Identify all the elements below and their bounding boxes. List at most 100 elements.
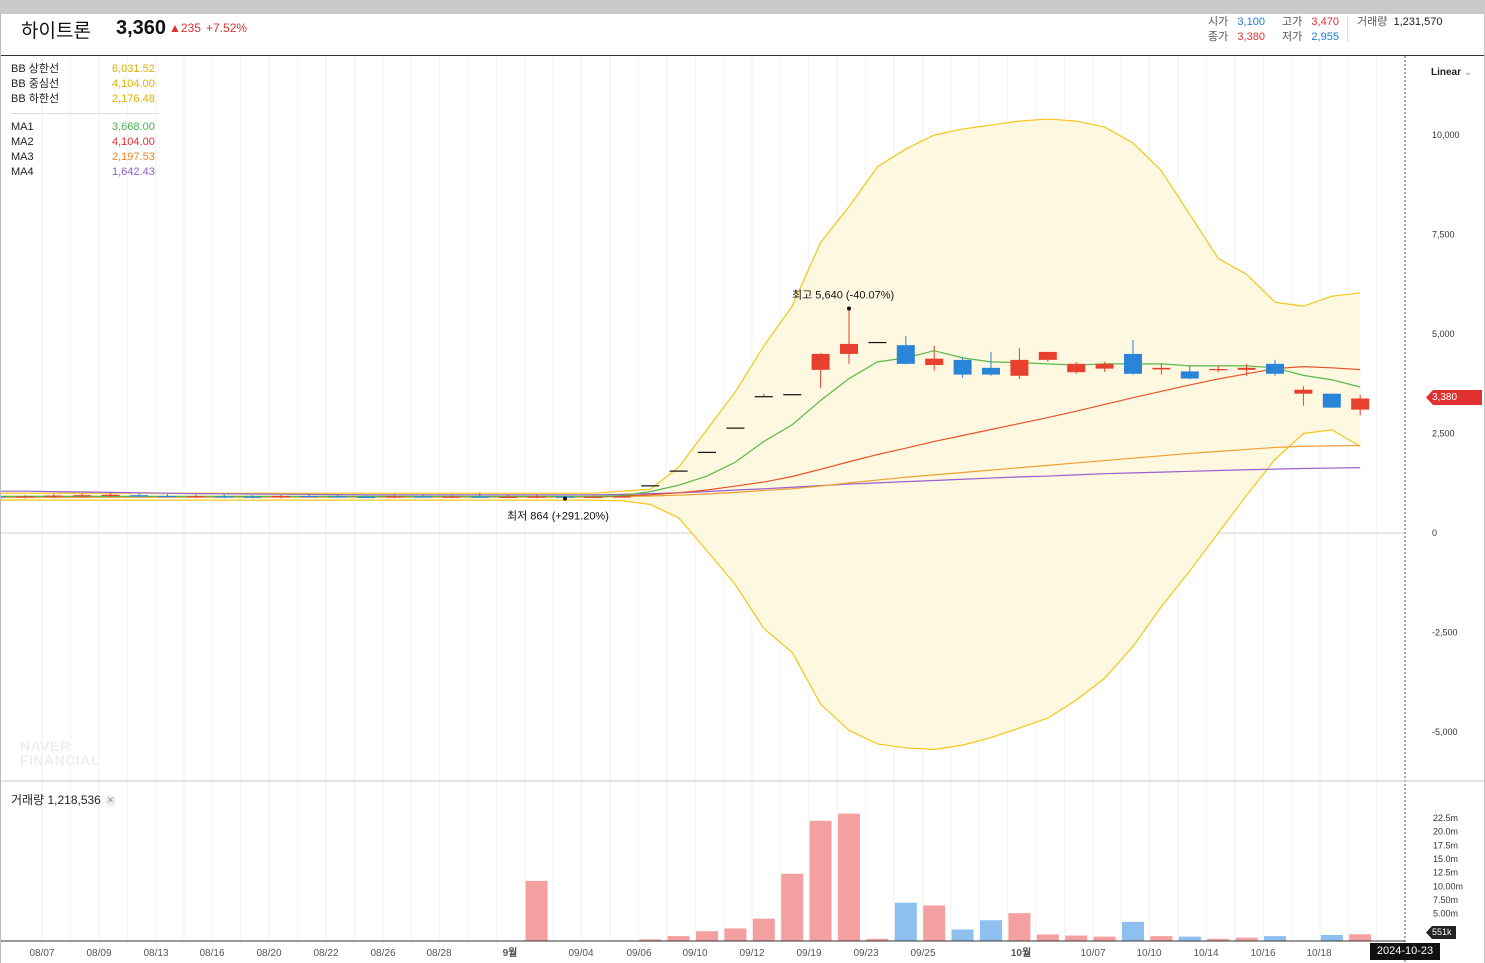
candle-body — [1095, 363, 1114, 369]
candle-body — [16, 496, 35, 498]
legend-ma1[interactable]: MA1 3,668.00 — [11, 120, 161, 135]
volume-header-label: 거래량 — [1357, 16, 1388, 28]
volume-bar — [696, 931, 718, 941]
current-price-badge: 3,380 — [1426, 390, 1482, 405]
candle-body — [186, 496, 205, 498]
indicator-legend: BB 상한선 6,031.52 BB 중심선 4,104.00 BB 하한선 2,17… — [11, 62, 161, 180]
volume-value: 1,218,536 — [47, 793, 101, 807]
scale-mode-dropdown[interactable]: Linear ⌄ — [1431, 67, 1472, 78]
y-axis-tick: 5,000 — [1432, 329, 1455, 339]
close-icon[interactable]: ✕ — [104, 795, 116, 806]
x-axis-tick: 08/13 — [143, 948, 168, 959]
stock-header: 하이트론 3,360 ▲235 +7.52% 시가 3,100 종가 3,380… — [1, 14, 1484, 56]
volume-bar — [1065, 935, 1088, 941]
legend-label: MA2 — [11, 136, 34, 148]
volume-bar — [667, 936, 690, 941]
volume-bar — [923, 905, 946, 941]
current-volume-badge: 551k — [1426, 926, 1456, 939]
x-axis-tick: 9월 — [503, 947, 518, 959]
volume-bar — [752, 918, 775, 941]
legend-value: 6,031.52 — [112, 63, 155, 75]
y-axis-tick: 2,500 — [1432, 429, 1455, 439]
candle-body — [1038, 351, 1057, 360]
legend-bb-lower[interactable]: BB 하한선 2,176.48 — [11, 92, 161, 107]
legend-ma3[interactable]: MA3 2,197.53 — [11, 150, 161, 165]
x-axis-tick: 08/07 — [29, 948, 54, 959]
crosshair-date-badge: 2024-10-23 — [1370, 943, 1440, 960]
app-frame: 최고 5,640 (-40.07%) 최저 864 (+291.20%) 10,00… — [0, 0, 1485, 963]
volume-label: 거래량 — [11, 793, 45, 807]
legend-label: BB 상한선 — [11, 63, 60, 75]
candle-body — [896, 345, 915, 364]
volume-bar — [980, 920, 1002, 941]
x-axis-tick: 08/09 — [86, 948, 111, 959]
legend-value: 2,176.48 — [112, 93, 155, 105]
y-axis-tick: -2,500 — [1432, 628, 1458, 638]
legend-ma4[interactable]: MA4 1,642.43 — [11, 165, 161, 180]
high-annotation: 최고 5,640 (-40.07%) — [792, 289, 894, 302]
open-label: 시가 — [1208, 16, 1229, 28]
candle-body — [101, 494, 120, 496]
volume-axis-tick: 12.5m — [1433, 868, 1458, 878]
x-axis-tick: 09/12 — [739, 948, 764, 959]
watermark-line: FINANCIAL — [20, 752, 100, 768]
legend-label: BB 하한선 — [11, 93, 60, 105]
high-value: 3,470 — [1311, 16, 1339, 28]
price-change: ▲235 — [169, 21, 201, 35]
x-axis-tick: 10/07 — [1080, 948, 1105, 959]
candle-body — [158, 495, 177, 498]
volume-bar — [1036, 934, 1059, 941]
x-axis-tick: 09/19 — [796, 948, 821, 959]
candle-body — [584, 496, 603, 498]
volume-block: 거래량 1,231,570 — [1357, 15, 1442, 30]
open-close-block: 시가 3,100 종가 3,380 — [1208, 15, 1265, 45]
candle-body — [925, 358, 944, 366]
candle-body — [1294, 389, 1313, 394]
legend-bb-upper[interactable]: BB 상한선 6,031.52 — [11, 62, 161, 77]
candle-body — [1152, 367, 1171, 370]
y-axis-tick: 7,500 — [1432, 230, 1455, 240]
candle-body — [698, 451, 716, 454]
candle-body — [1351, 398, 1370, 410]
scale-mode-label: Linear — [1431, 67, 1462, 78]
naver-financial-watermark: NAVER FINANCIAL — [20, 739, 100, 767]
volume-bar — [809, 820, 832, 941]
volume-axis-tick: 22.5m — [1433, 813, 1458, 823]
x-axis-tick: 09/25 — [910, 948, 935, 959]
x-axis-tick: 10/14 — [1193, 948, 1218, 959]
open-value: 3,100 — [1237, 16, 1265, 28]
candle-body — [215, 496, 234, 498]
candle-body — [44, 495, 63, 497]
volume-bar — [1264, 936, 1286, 941]
candle-body — [669, 470, 688, 472]
price-change-percent: +7.52% — [206, 21, 248, 35]
chevron-down-icon: ⌄ — [1463, 67, 1473, 78]
candle-body — [1237, 367, 1256, 370]
volume-bar — [951, 929, 974, 941]
high-low-block: 고가 3,470 저가 2,955 — [1282, 15, 1339, 45]
x-axis-tick: 08/28 — [426, 948, 451, 959]
close-label: 종가 — [1208, 31, 1229, 43]
candle-body — [470, 496, 489, 498]
x-axis-tick: 10월 — [1011, 947, 1031, 959]
legend-label: BB 중심선 — [11, 78, 60, 90]
price-chart[interactable]: 최고 5,640 (-40.07%) 최저 864 (+291.20%) 10,00… — [1, 14, 1484, 963]
candle-body — [641, 485, 660, 487]
x-axis-tick: 09/10 — [682, 948, 707, 959]
legend-divider — [11, 113, 159, 114]
volume-bar — [1093, 936, 1116, 941]
volume-bar — [838, 813, 860, 941]
volume-bar — [1178, 936, 1201, 941]
legend-label: MA3 — [11, 151, 34, 163]
x-axis-tick: 08/22 — [313, 948, 338, 959]
legend-value: 1,642.43 — [112, 166, 155, 178]
volume-bar — [1122, 921, 1144, 941]
candle-body — [1, 496, 6, 498]
candle-body — [840, 343, 858, 354]
x-axis-tick: 09/04 — [568, 948, 593, 959]
legend-value: 4,104.00 — [112, 78, 155, 90]
volume-bar — [1349, 934, 1372, 941]
legend-ma2[interactable]: MA2 4,104.00 — [11, 135, 161, 150]
legend-bb-mid[interactable]: BB 중심선 4,104.00 — [11, 77, 161, 92]
x-axis-tick: 10/16 — [1250, 948, 1275, 959]
